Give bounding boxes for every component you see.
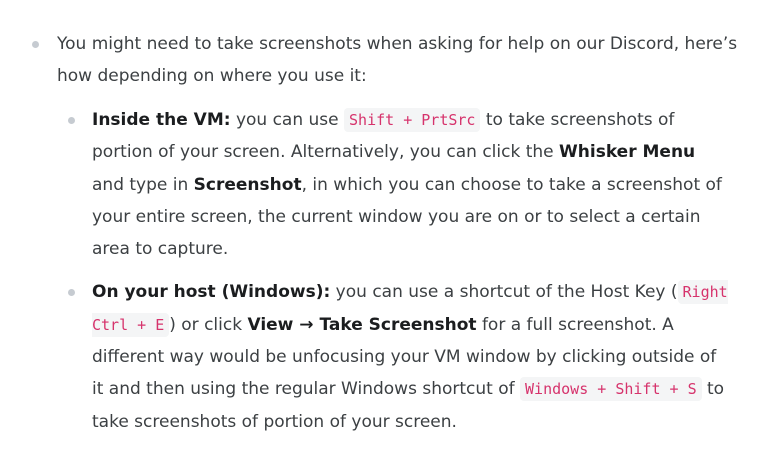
list-item-host: On your host (Windows): you can use a sh… — [57, 276, 739, 437]
whisker-menu-label: Whisker Menu — [559, 142, 696, 163]
vm-shortcut-code: Shift + PrtSrc — [344, 108, 481, 132]
host-text-1: you can use a shortcut of the Host Key ( — [330, 282, 678, 303]
bullet-list: You might need to take screenshots when … — [0, 28, 779, 449]
screenshot-label: Screenshot — [193, 174, 302, 195]
bullet-dot-icon — [68, 117, 75, 124]
document-body: You might need to take screenshots when … — [0, 0, 779, 455]
vm-label: Inside the VM: — [92, 110, 231, 130]
bullet-dot-icon — [68, 289, 75, 297]
intro-text: You might need to take screenshots when … — [57, 34, 738, 86]
host-label: On your host (Windows): — [92, 282, 331, 303]
nested-bullet-list: Inside the VM: you can use Shift + PrtSr… — [57, 104, 739, 438]
list-item: You might need to take screenshots when … — [0, 28, 779, 438]
windows-shortcut-code: Windows + Shift + S — [520, 377, 702, 402]
vm-text-3: and type in — [92, 174, 194, 195]
vm-text-1: you can use — [230, 110, 345, 130]
vm-paragraph: Inside the VM: you can use Shift + PrtSr… — [92, 104, 729, 265]
list-item-vm: Inside the VM: you can use Shift + PrtSr… — [57, 104, 739, 265]
host-text-2: ) or click — [169, 314, 248, 335]
bullet-dot-icon — [32, 41, 39, 48]
view-take-screenshot-label: View → Take Screenshot — [247, 314, 477, 335]
host-paragraph: On your host (Windows): you can use a sh… — [92, 276, 729, 437]
